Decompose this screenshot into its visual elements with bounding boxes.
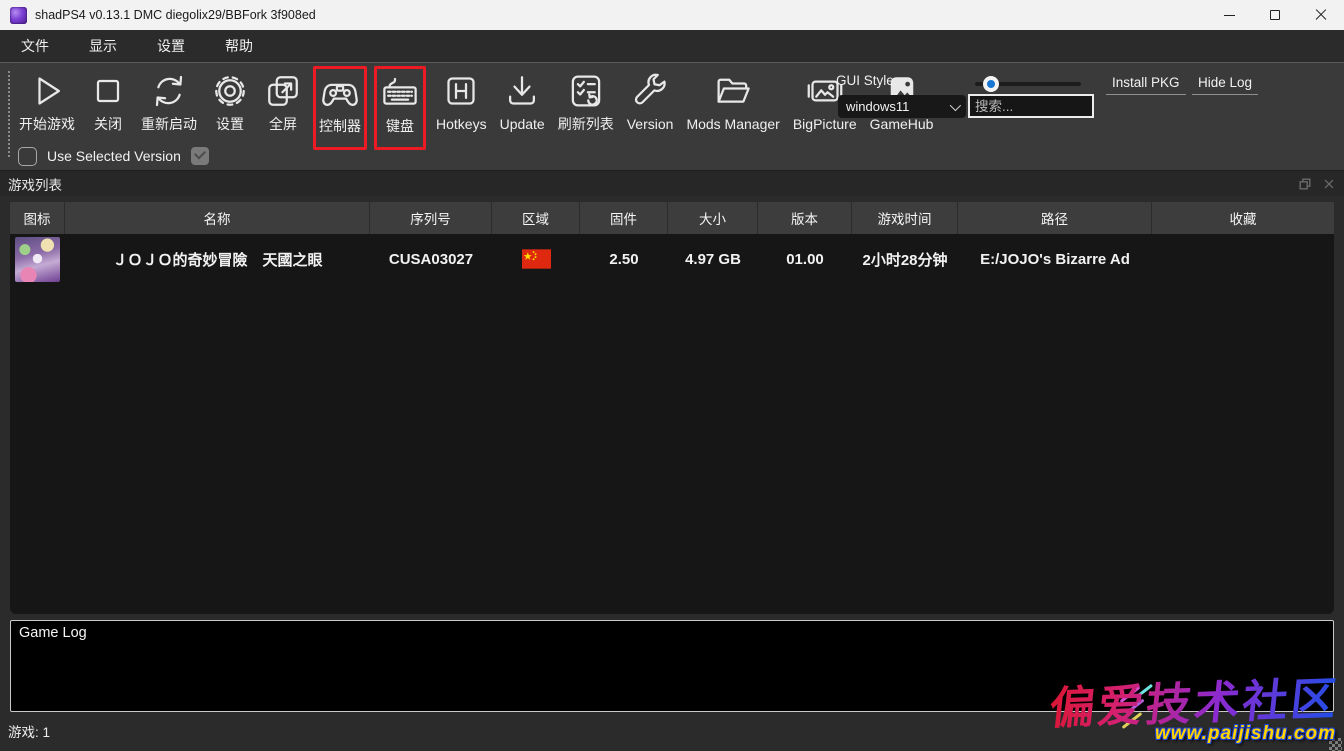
refresh-list-icon xyxy=(566,71,606,111)
game-row[interactable]: ＪＯＪＯ的奇妙冒險 天國之眼 CUSA03027 2.50 4.97 GB 01… xyxy=(10,234,1334,284)
minimize-button[interactable] xyxy=(1206,0,1252,30)
toolbar-buttons: 开始游戏 关闭 重新启动 设置 xyxy=(16,69,936,150)
settings-button[interactable]: 设置 xyxy=(207,69,253,135)
stop-icon xyxy=(88,71,128,111)
restart-icon xyxy=(149,71,189,111)
column-header-favorite[interactable]: 收藏 xyxy=(1152,202,1334,234)
menu-settings[interactable]: 设置 xyxy=(151,33,191,59)
game-log-title: Game Log xyxy=(19,625,87,641)
gui-style-slider[interactable] xyxy=(975,77,1081,91)
game-path: E:/JOJO's Bizarre Ad xyxy=(958,251,1152,268)
column-header-name[interactable]: 名称 xyxy=(65,202,370,234)
close-icon xyxy=(1315,9,1327,21)
game-count-label: 游戏: 1 xyxy=(8,721,50,741)
install-pkg-button[interactable]: Install PKG xyxy=(1106,73,1186,95)
update-download-icon xyxy=(502,71,542,111)
maximize-icon xyxy=(1270,10,1280,20)
column-header-region[interactable]: 区域 xyxy=(492,202,580,234)
fullscreen-button[interactable]: 全屏 xyxy=(260,69,306,135)
china-flag-icon xyxy=(522,249,551,269)
menu-help[interactable]: 帮助 xyxy=(219,33,259,59)
chevron-down-icon xyxy=(950,99,961,110)
column-header-icon[interactable]: 图标 xyxy=(10,202,65,234)
hide-log-button[interactable]: Hide Log xyxy=(1192,73,1258,95)
play-button[interactable]: 开始游戏 xyxy=(16,69,78,135)
toolbar-drag-handle[interactable] xyxy=(8,71,10,157)
status-bar: 游戏: 1 xyxy=(0,712,1344,749)
controller-button[interactable]: 控制器 xyxy=(313,66,367,150)
restart-button[interactable]: 重新启动 xyxy=(138,69,200,135)
close-button[interactable] xyxy=(1298,0,1344,30)
dock-close-icon[interactable] xyxy=(1322,177,1336,191)
game-firmware: 2.50 xyxy=(580,251,668,268)
game-list-dock-titlebar: 游戏列表 xyxy=(0,170,1344,196)
controller-icon xyxy=(320,73,360,113)
menu-view[interactable]: 显示 xyxy=(83,33,123,59)
game-size: 4.97 GB xyxy=(668,251,758,268)
menu-bar: 文件 显示 设置 帮助 xyxy=(0,30,1344,62)
app-icon xyxy=(10,7,27,24)
window-controls xyxy=(1206,0,1344,30)
gui-style-select-value: windows11 xyxy=(846,99,909,114)
column-header-serial[interactable]: 序列号 xyxy=(370,202,492,234)
column-header-firmware[interactable]: 固件 xyxy=(580,202,668,234)
game-name: ＪＯＪＯ的奇妙冒險 天國之眼 xyxy=(65,249,370,270)
game-version: 01.00 xyxy=(758,251,852,268)
column-header-playtime[interactable]: 游戏时间 xyxy=(852,202,958,234)
maximize-button[interactable] xyxy=(1252,0,1298,30)
fullscreen-icon xyxy=(263,71,303,111)
game-playtime: 2小时28分钟 xyxy=(852,249,958,270)
game-table-body: ＪＯＪＯ的奇妙冒險 天國之眼 CUSA03027 2.50 4.97 GB 01… xyxy=(10,234,1334,614)
game-list-title: 游戏列表 xyxy=(8,174,62,194)
dock-float-icon[interactable] xyxy=(1298,177,1312,191)
game-cover-image xyxy=(15,237,60,282)
mods-manager-button[interactable]: Mods Manager xyxy=(683,69,782,135)
column-header-size[interactable]: 大小 xyxy=(668,202,758,234)
gui-style-label: GUI Style: xyxy=(836,73,898,88)
wrench-icon xyxy=(630,71,670,111)
folder-icon xyxy=(713,71,753,111)
pixel-pattern-decoration xyxy=(1329,738,1342,751)
menu-file[interactable]: 文件 xyxy=(15,33,55,59)
hotkeys-icon xyxy=(441,71,481,111)
keyboard-button[interactable]: 键盘 xyxy=(374,66,426,150)
checked-checkbox[interactable] xyxy=(191,147,209,165)
play-icon xyxy=(27,71,67,111)
settings-gear-icon xyxy=(210,71,250,111)
toolbar: 开始游戏 关闭 重新启动 设置 xyxy=(0,62,1344,170)
minimize-icon xyxy=(1224,15,1235,16)
version-button[interactable]: Version xyxy=(624,69,677,135)
gui-style-select[interactable]: windows11 xyxy=(838,95,966,118)
use-selected-version-label: Use Selected Version xyxy=(47,148,181,164)
slider-handle[interactable] xyxy=(983,76,999,92)
hotkeys-button[interactable]: Hotkeys xyxy=(433,69,490,135)
window-title: shadPS4 v0.13.1 DMC diegolix29/BBFork 3f… xyxy=(35,8,316,22)
column-header-path[interactable]: 路径 xyxy=(958,202,1152,234)
search-input[interactable] xyxy=(968,94,1094,118)
game-serial: CUSA03027 xyxy=(370,251,492,268)
title-bar: shadPS4 v0.13.1 DMC diegolix29/BBFork 3f… xyxy=(0,0,1344,30)
keyboard-icon xyxy=(380,73,420,113)
game-table-header: 图标 名称 序列号 区域 固件 大小 版本 游戏时间 路径 收藏 xyxy=(10,202,1334,234)
update-button[interactable]: Update xyxy=(497,69,548,135)
game-log-panel: Game Log xyxy=(10,620,1334,712)
column-header-version[interactable]: 版本 xyxy=(758,202,852,234)
refresh-list-button[interactable]: 刷新列表 xyxy=(555,69,617,135)
stop-button[interactable]: 关闭 xyxy=(85,69,131,135)
